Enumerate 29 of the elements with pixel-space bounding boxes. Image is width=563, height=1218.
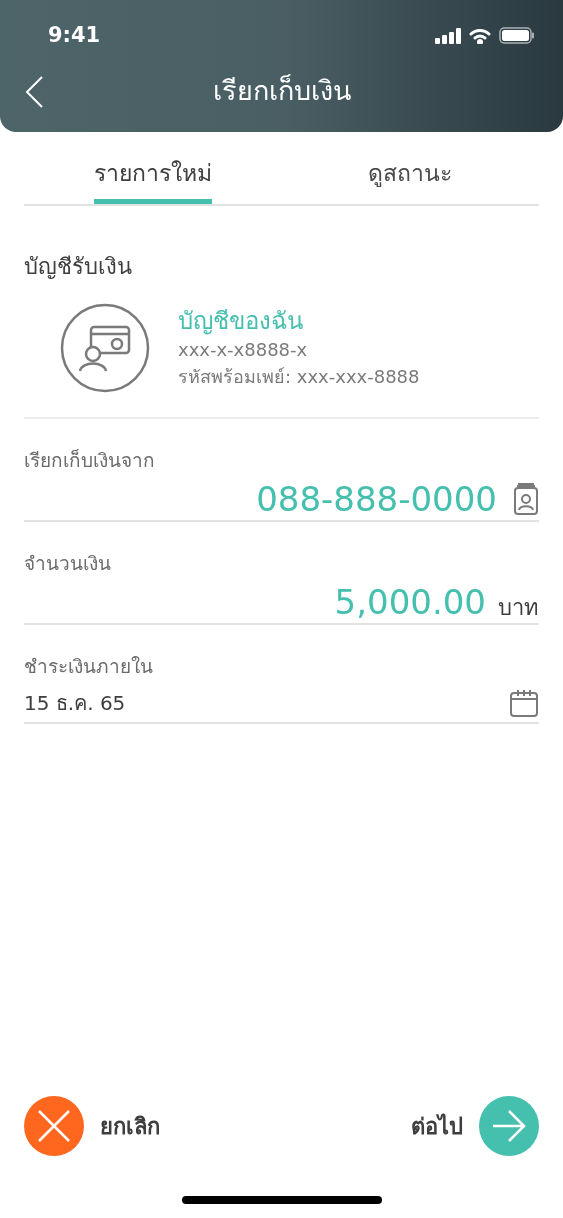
amount-value: 5,000.00 — [334, 584, 486, 619]
phone-field[interactable]: เรียกเก็บเงินจาก 088-888-0000 — [24, 418, 539, 522]
field-label: จำนวนเงิน — [24, 553, 112, 573]
status-time: 9:41 — [48, 22, 101, 49]
cancel-button[interactable]: ยกเลิก — [24, 1096, 160, 1156]
contact-book-icon[interactable] — [513, 481, 539, 516]
tab[interactable]: รายการใหม่ — [24, 156, 282, 204]
calendar-icon[interactable] — [509, 687, 539, 718]
date-value: 15 ธ.ค. 65 — [24, 689, 126, 717]
field-label: เรียกเก็บเงินจาก — [24, 450, 156, 470]
currency-unit: บาท — [498, 596, 539, 619]
signal-icon — [435, 27, 461, 44]
next-button[interactable]: ต่อไป — [411, 1096, 539, 1156]
date-field[interactable]: ชำระเงินภายใน 15 ธ.ค. 65 — [24, 624, 539, 724]
tab[interactable]: ดูสถานะ — [281, 156, 539, 204]
screen-title: เรียกเก็บเงิน — [212, 73, 351, 109]
amount-field[interactable]: จำนวนเงิน 5,000.00 บาท — [24, 521, 539, 625]
wifi-icon — [469, 27, 491, 44]
battery-icon — [499, 27, 535, 45]
account-name: บัญชีของฉัน — [178, 305, 304, 336]
field-label: ชำระเงินภายใน — [24, 656, 154, 676]
promptpay-id: รหัสพร้อมเพย์: xxx-xxx-8888 — [178, 364, 420, 389]
close-icon — [24, 1096, 84, 1156]
account-card-icon — [60, 302, 150, 393]
section-title: บัญชีรับเงิน — [24, 252, 133, 281]
back-button[interactable] — [24, 74, 44, 109]
phone-number: 088-888-0000 — [256, 481, 497, 516]
arrow-right-icon — [479, 1096, 539, 1156]
account-number: xxx-x-x8888-x — [178, 337, 309, 362]
